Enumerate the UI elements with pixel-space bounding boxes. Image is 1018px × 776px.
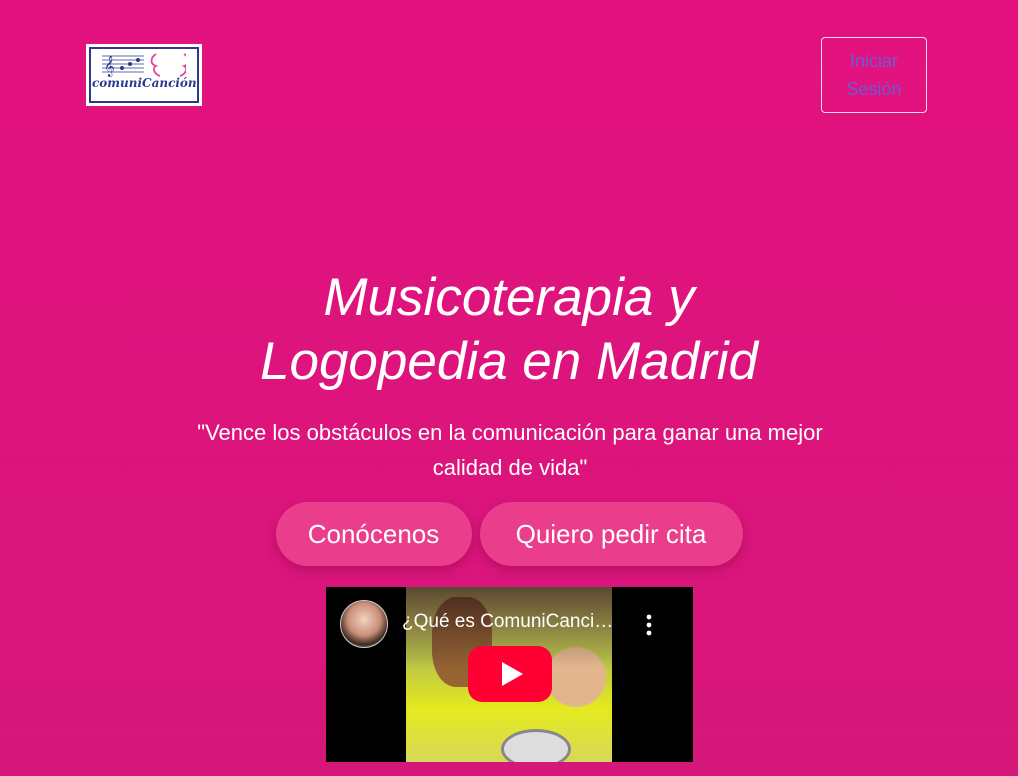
hero-subtitle: "Vence los obstáculos en la comunicación… <box>197 420 823 480</box>
video-title[interactable]: ¿Qué es ComuniCanción? <box>402 611 622 633</box>
cta-row: Conócenos Quiero pedir cita <box>0 502 1018 566</box>
hero-title-line-1: Musicoterapia y <box>323 268 695 327</box>
more-vertical-icon[interactable] <box>644 613 654 637</box>
music-notes-icon: 𝄞 <box>102 53 186 77</box>
svg-text:𝄞: 𝄞 <box>104 56 115 77</box>
youtube-video-embed[interactable]: ¿Qué es ComuniCanción? <box>326 587 693 762</box>
login-button[interactable]: Iniciar Sesión <box>821 37 927 113</box>
logo-wordmark: comuniCanción <box>92 76 197 90</box>
book-appointment-button[interactable]: Quiero pedir cita <box>479 502 743 566</box>
site-logo[interactable]: 𝄞 comuniCanción <box>86 44 202 106</box>
about-us-button[interactable]: Conócenos <box>275 502 472 566</box>
hero-title: Musicoterapia y Logopedia en Madrid <box>0 266 1018 394</box>
channel-avatar[interactable] <box>340 600 388 648</box>
youtube-play-icon[interactable] <box>468 646 552 702</box>
thumbnail-drum <box>501 729 571 762</box>
hero-title-line-2: Logopedia en Madrid <box>260 332 758 391</box>
